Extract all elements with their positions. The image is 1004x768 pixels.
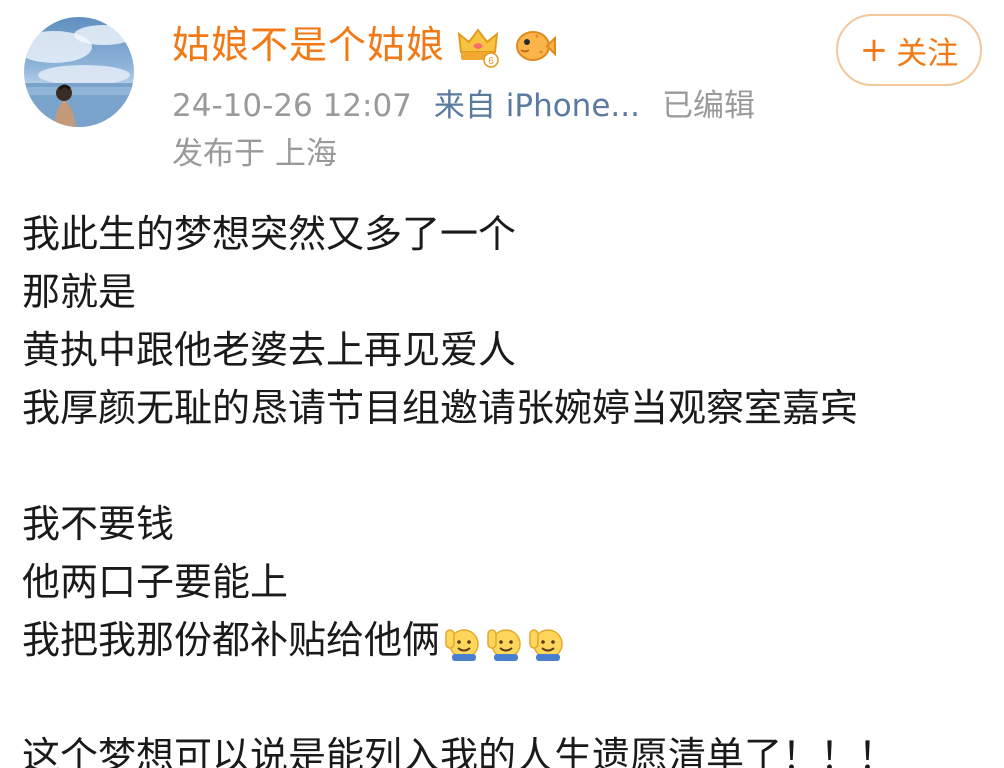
edited-label[interactable]: 已编辑 xyxy=(662,84,755,128)
post-source[interactable]: 来自 iPhone... xyxy=(434,84,640,128)
raised-hand-smile-icon xyxy=(484,620,524,661)
post-line: 那就是 xyxy=(22,270,137,314)
post-line: 黄执中跟他老婆去上再见爱人 xyxy=(22,328,517,372)
follow-label: 关注 xyxy=(896,35,959,72)
post-line: 我不要钱 xyxy=(22,502,175,546)
post-line: 这个梦想可以说是能列入我的人生遗愿清单了！！！ xyxy=(22,734,897,768)
plus-icon: + xyxy=(859,30,889,70)
follow-button[interactable]: + 关注 xyxy=(836,14,982,86)
post-line-text: 我把我那份都补贴给他俩 xyxy=(22,618,441,662)
raised-hand-smile-icon xyxy=(442,620,482,661)
post-meta: 24-10-26 12:07 来自 iPhone... 已编辑 xyxy=(172,84,755,128)
username[interactable]: 姑娘不是个姑娘 xyxy=(172,18,445,72)
post-line-with-emoji: 我把我那份都补贴给他俩 xyxy=(22,611,992,669)
badge-level: 6 xyxy=(488,56,494,67)
post-line: 他两口子要能上 xyxy=(22,560,289,604)
raised-hand-smile-icon xyxy=(526,620,566,661)
weibo-post: 姑娘不是个姑娘 6 + 关注 24-10-26 12:07 来自 iPhone.… xyxy=(0,0,1004,768)
username-row: 姑娘不是个姑娘 6 xyxy=(172,18,557,72)
post-location: 发布于 上海 xyxy=(172,136,337,172)
avatar[interactable] xyxy=(24,17,134,127)
vip-crown-badge-icon[interactable]: 6 xyxy=(455,22,501,68)
pufferfish-badge-icon[interactable] xyxy=(511,22,557,68)
timestamp: 24-10-26 12:07 xyxy=(172,88,412,124)
post-line: 我厚颜无耻的恳请节目组邀请张婉婷当观察室嘉宾 xyxy=(22,386,859,430)
post-line: 我此生的梦想突然又多了一个 xyxy=(22,212,517,256)
post-content: 我此生的梦想突然又多了一个 那就是 黄执中跟他老婆去上再见爱人 我厚颜无耻的恳请… xyxy=(22,205,992,768)
